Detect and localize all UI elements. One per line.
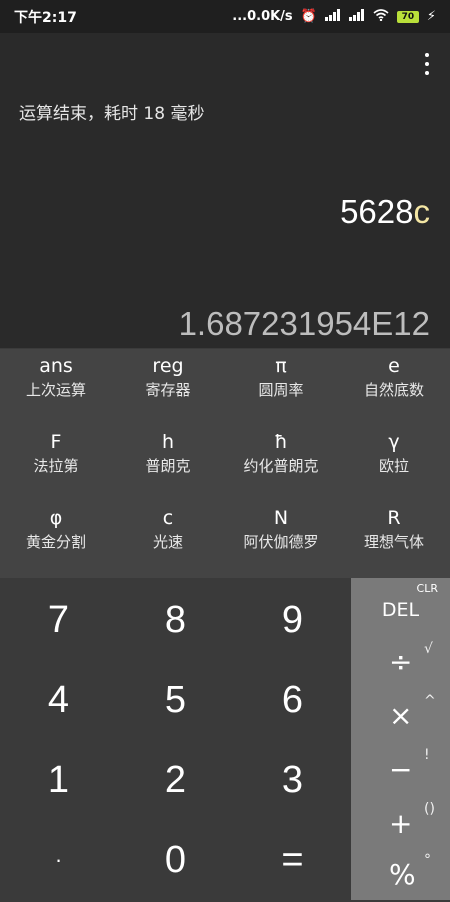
parentheses-icon: () [424,801,435,817]
const-symbol: ħ [274,431,288,453]
wifi-icon [373,8,389,25]
status-left: 下午2:17 [14,7,77,27]
const-name: 光速 [152,533,183,551]
status-right: ...0.0K/s ⏰ 70 ⚡ [232,8,436,25]
signal-icon [324,8,341,25]
charging-icon: ⚡ [426,9,436,24]
delete-button[interactable]: DEL [351,582,450,638]
const-button-planck[interactable]: h 普朗克 [112,425,224,501]
percent-degree-button[interactable]: % ° [351,846,450,902]
const-button-reduced-planck[interactable]: ħ 约化普朗克 [225,425,337,501]
digit-3-button[interactable]: 3 [234,740,351,820]
const-name: 阿伏伽德罗 [243,533,319,551]
plus-icon: + [389,806,413,840]
expression-constant: c [413,193,431,230]
const-name: 普朗克 [145,457,191,475]
digit-5-button[interactable]: 5 [117,660,234,740]
const-symbol: reg [152,355,184,377]
const-name: 圆周率 [258,381,304,399]
const-symbol: R [387,507,401,529]
result: 1.687231954E12 [178,305,430,342]
divide-sqrt-button[interactable]: ÷ √ [351,633,450,689]
alarm-icon: ⏰ [300,9,317,24]
const-symbol: c [162,507,174,529]
const-name: 理想气体 [363,533,424,551]
status-bar: 下午2:17 ...0.0K/s ⏰ 70 ⚡ [0,0,450,33]
const-button-e[interactable]: e 自然底数 [338,349,450,425]
degree-icon: ° [424,852,431,868]
constants-panel: ans 上次运算 reg 寄存器 π 圆周率 e 自然底数 F 法拉第 h 普朗… [0,349,450,578]
const-symbol: N [273,507,289,529]
digit-4-button[interactable]: 4 [0,660,117,740]
const-name: 法拉第 [33,457,79,475]
digit-2-button[interactable]: 2 [117,740,234,820]
minus-icon: − [389,752,413,786]
expression[interactable]: 5628c [340,193,430,231]
digit-0-button[interactable]: 0 [117,820,234,900]
const-name: 欧拉 [378,457,409,475]
signal2-icon [348,8,365,25]
computation-info: 运算结束，耗时 18 毫秒 [19,104,205,124]
decimal-point-button[interactable]: · [0,820,117,900]
status-time: 下午2:17 [14,9,77,26]
const-symbol: φ [49,507,63,529]
const-name: 约化普朗克 [243,457,319,475]
calculator-display: 运算结束，耗时 18 毫秒 5628c 1.687231954E12 [0,33,450,348]
digit-6-button[interactable]: 6 [234,660,351,740]
const-symbol: γ [388,431,400,453]
digit-8-button[interactable]: 8 [117,580,234,660]
const-button-pi[interactable]: π 圆周率 [225,349,337,425]
digit-7-button[interactable]: 7 [0,580,117,660]
const-name: 黄金分割 [25,533,86,551]
const-button-golden-ratio[interactable]: φ 黄金分割 [0,501,112,577]
percent-icon: % [389,857,416,891]
factorial-icon: ! [424,747,430,763]
expression-number: 5628 [340,193,414,230]
sqrt-icon: √ [424,641,433,657]
digit-1-button[interactable]: 1 [0,740,117,820]
network-speed: ...0.0K/s [232,9,293,24]
multiply-power-button[interactable]: × ^ [351,687,450,743]
multiply-icon: × [389,698,413,732]
minus-factorial-button[interactable]: − ! [351,741,450,797]
const-name: 上次运算 [25,381,86,399]
const-name: 寄存器 [145,381,191,399]
const-button-gas-constant[interactable]: R 理想气体 [338,501,450,577]
more-menu-icon[interactable] [424,53,430,75]
const-symbol: ans [39,355,73,377]
plus-parens-button[interactable]: + () [351,795,450,851]
const-button-light-speed[interactable]: c 光速 [112,501,224,577]
const-name: 自然底数 [363,381,424,399]
const-symbol: π [275,355,287,377]
power-icon: ^ [424,693,436,709]
const-symbol: F [50,431,62,453]
battery-icon: 70 [396,10,419,23]
const-symbol: h [161,431,175,453]
const-button-avogadro[interactable]: N 阿伏伽德罗 [225,501,337,577]
const-button-reg[interactable]: reg 寄存器 [112,349,224,425]
const-button-faraday[interactable]: F 法拉第 [0,425,112,501]
digit-9-button[interactable]: 9 [234,580,351,660]
const-button-ans[interactable]: ans 上次运算 [0,349,112,425]
equals-button[interactable]: = [234,820,351,900]
const-button-euler[interactable]: γ 欧拉 [338,425,450,501]
operators-panel: CLR DEL ÷ √ × ^ − ! + () % ° [351,578,450,900]
const-symbol: e [388,355,400,377]
number-pad: 7 8 9 4 5 6 1 2 3 · 0 = [0,578,351,900]
divide-icon: ÷ [389,644,413,678]
